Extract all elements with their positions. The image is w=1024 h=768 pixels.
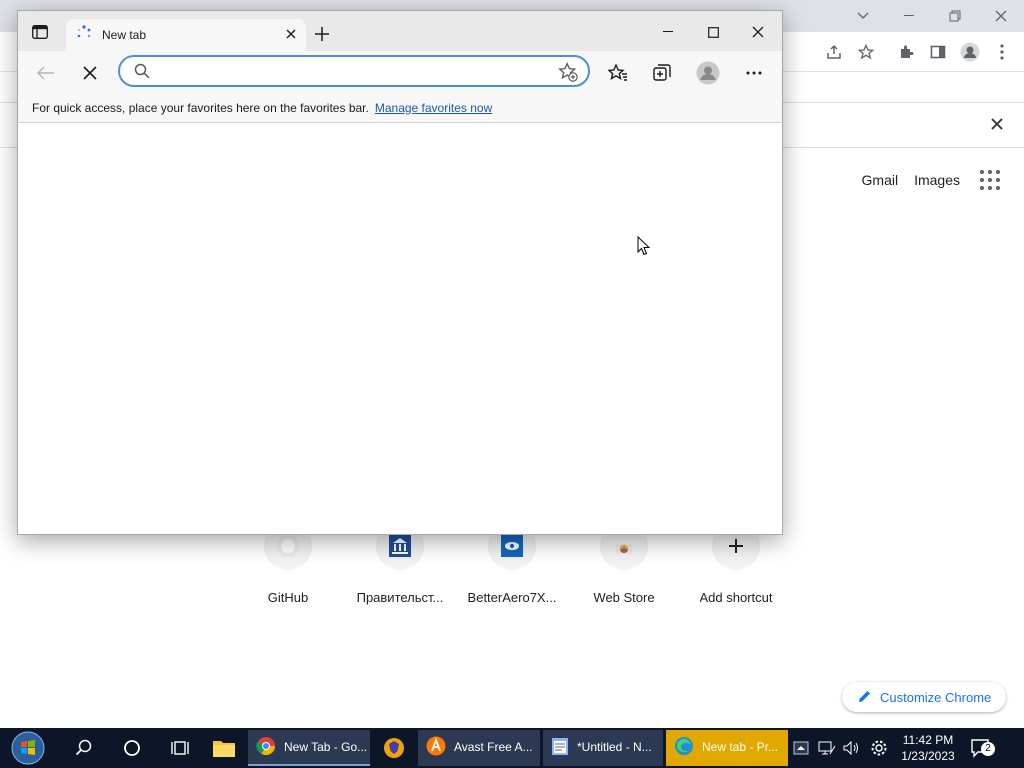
notepad-icon xyxy=(551,736,569,759)
mouse-cursor-icon xyxy=(637,235,651,261)
bookmark-star-icon[interactable] xyxy=(853,39,879,65)
system-clock[interactable]: 11:42 PM 1/23/2023 xyxy=(900,730,956,766)
task-view-icon[interactable] xyxy=(160,728,200,768)
show-hidden-icons-chevron-icon[interactable] xyxy=(790,728,812,768)
edge-window: New tab For quick access, place your fav… xyxy=(17,10,783,535)
new-tab-plus-icon[interactable] xyxy=(315,27,329,46)
taskbar-app-notepad[interactable]: *Untitled - N... xyxy=(543,730,663,766)
notifications-icon[interactable]: 2 xyxy=(966,728,996,768)
chrome-icon xyxy=(256,736,276,759)
customize-chrome-button[interactable]: Customize Chrome xyxy=(842,682,1007,712)
search-icon xyxy=(134,63,150,84)
address-input[interactable] xyxy=(158,61,548,81)
tab-actions-icon[interactable] xyxy=(32,25,48,44)
favorites-bar: For quick access, place your favorites h… xyxy=(18,93,782,123)
clock-date: 1/23/2023 xyxy=(901,749,955,763)
profile-avatar-icon[interactable] xyxy=(692,57,724,89)
taskbar: New Tab - Go... Avast Free A... *Untitle… xyxy=(0,728,1024,768)
shortcut-title: Правительст... xyxy=(356,590,444,605)
tab-title: New tab xyxy=(102,28,147,42)
customize-chrome-label: Customize Chrome xyxy=(880,689,992,705)
gmail-link[interactable]: Gmail xyxy=(854,172,907,188)
stop-loading-icon[interactable] xyxy=(74,57,106,89)
volume-icon[interactable] xyxy=(840,728,862,768)
favorites-bar-text: For quick access, place your favorites h… xyxy=(32,100,369,115)
side-panel-icon[interactable] xyxy=(925,39,951,65)
network-icon[interactable] xyxy=(816,728,838,768)
cortana-circle-icon[interactable] xyxy=(112,728,152,768)
minimize-button[interactable] xyxy=(886,2,932,30)
extensions-icon[interactable] xyxy=(893,39,919,65)
profile-avatar-icon[interactable] xyxy=(957,39,983,65)
edge-icon xyxy=(674,736,694,759)
chevron-down-icon[interactable] xyxy=(840,2,886,30)
avast-icon xyxy=(426,736,446,759)
loading-spinner-icon xyxy=(76,24,92,46)
close-button[interactable] xyxy=(978,2,1024,30)
close-icon[interactable] xyxy=(990,117,1004,136)
brave-icon[interactable] xyxy=(376,728,412,768)
minimize-button[interactable] xyxy=(646,17,690,47)
shortcut-title: Add shortcut xyxy=(699,590,773,605)
shortcut-title: Web Store xyxy=(593,590,655,605)
taskbar-app-label: New Tab - Go... xyxy=(284,740,368,754)
taskbar-app-label: *Untitled - N... xyxy=(577,740,652,754)
taskbar-app-label: New tab - Pr... xyxy=(702,740,779,754)
clock-time: 11:42 PM xyxy=(902,733,954,747)
settings-gear-icon[interactable] xyxy=(866,728,892,768)
edge-page-content xyxy=(18,123,782,534)
add-favorite-star-icon[interactable] xyxy=(558,62,578,87)
tab-new-tab[interactable]: New tab xyxy=(66,19,306,51)
images-link[interactable]: Images xyxy=(906,172,968,188)
notification-count-badge: 2 xyxy=(981,742,995,756)
back-arrow-icon[interactable] xyxy=(30,57,62,89)
address-bar[interactable] xyxy=(118,55,590,87)
more-options-icon[interactable] xyxy=(738,57,770,89)
start-orb-icon[interactable] xyxy=(4,728,52,768)
edge-toolbar xyxy=(18,51,782,93)
share-icon[interactable] xyxy=(821,39,847,65)
maximize-button[interactable] xyxy=(691,17,735,47)
google-header-links: Gmail Images xyxy=(854,170,1000,190)
taskbar-app-label: Avast Free A... xyxy=(454,740,533,754)
google-apps-icon[interactable] xyxy=(980,170,1000,190)
taskbar-app-edge[interactable]: New tab - Pr... xyxy=(666,730,788,766)
pencil-icon xyxy=(858,689,872,706)
collections-icon[interactable] xyxy=(646,57,678,89)
taskbar-app-avast[interactable]: Avast Free A... xyxy=(418,730,540,766)
manage-favorites-link[interactable]: Manage favorites now xyxy=(375,101,492,115)
file-explorer-icon[interactable] xyxy=(204,728,244,768)
restore-button[interactable] xyxy=(932,2,978,30)
close-button[interactable] xyxy=(736,17,780,47)
close-tab-icon[interactable] xyxy=(286,26,296,44)
search-icon[interactable] xyxy=(64,728,104,768)
kebab-menu-icon[interactable] xyxy=(989,39,1015,65)
favorites-icon[interactable] xyxy=(602,57,634,89)
taskbar-app-chrome[interactable]: New Tab - Go... xyxy=(248,730,370,766)
shortcut-title: GitHub xyxy=(267,590,309,605)
edge-titlebar: New tab xyxy=(18,11,782,51)
shortcut-title: BetterAero7X... xyxy=(467,590,557,605)
